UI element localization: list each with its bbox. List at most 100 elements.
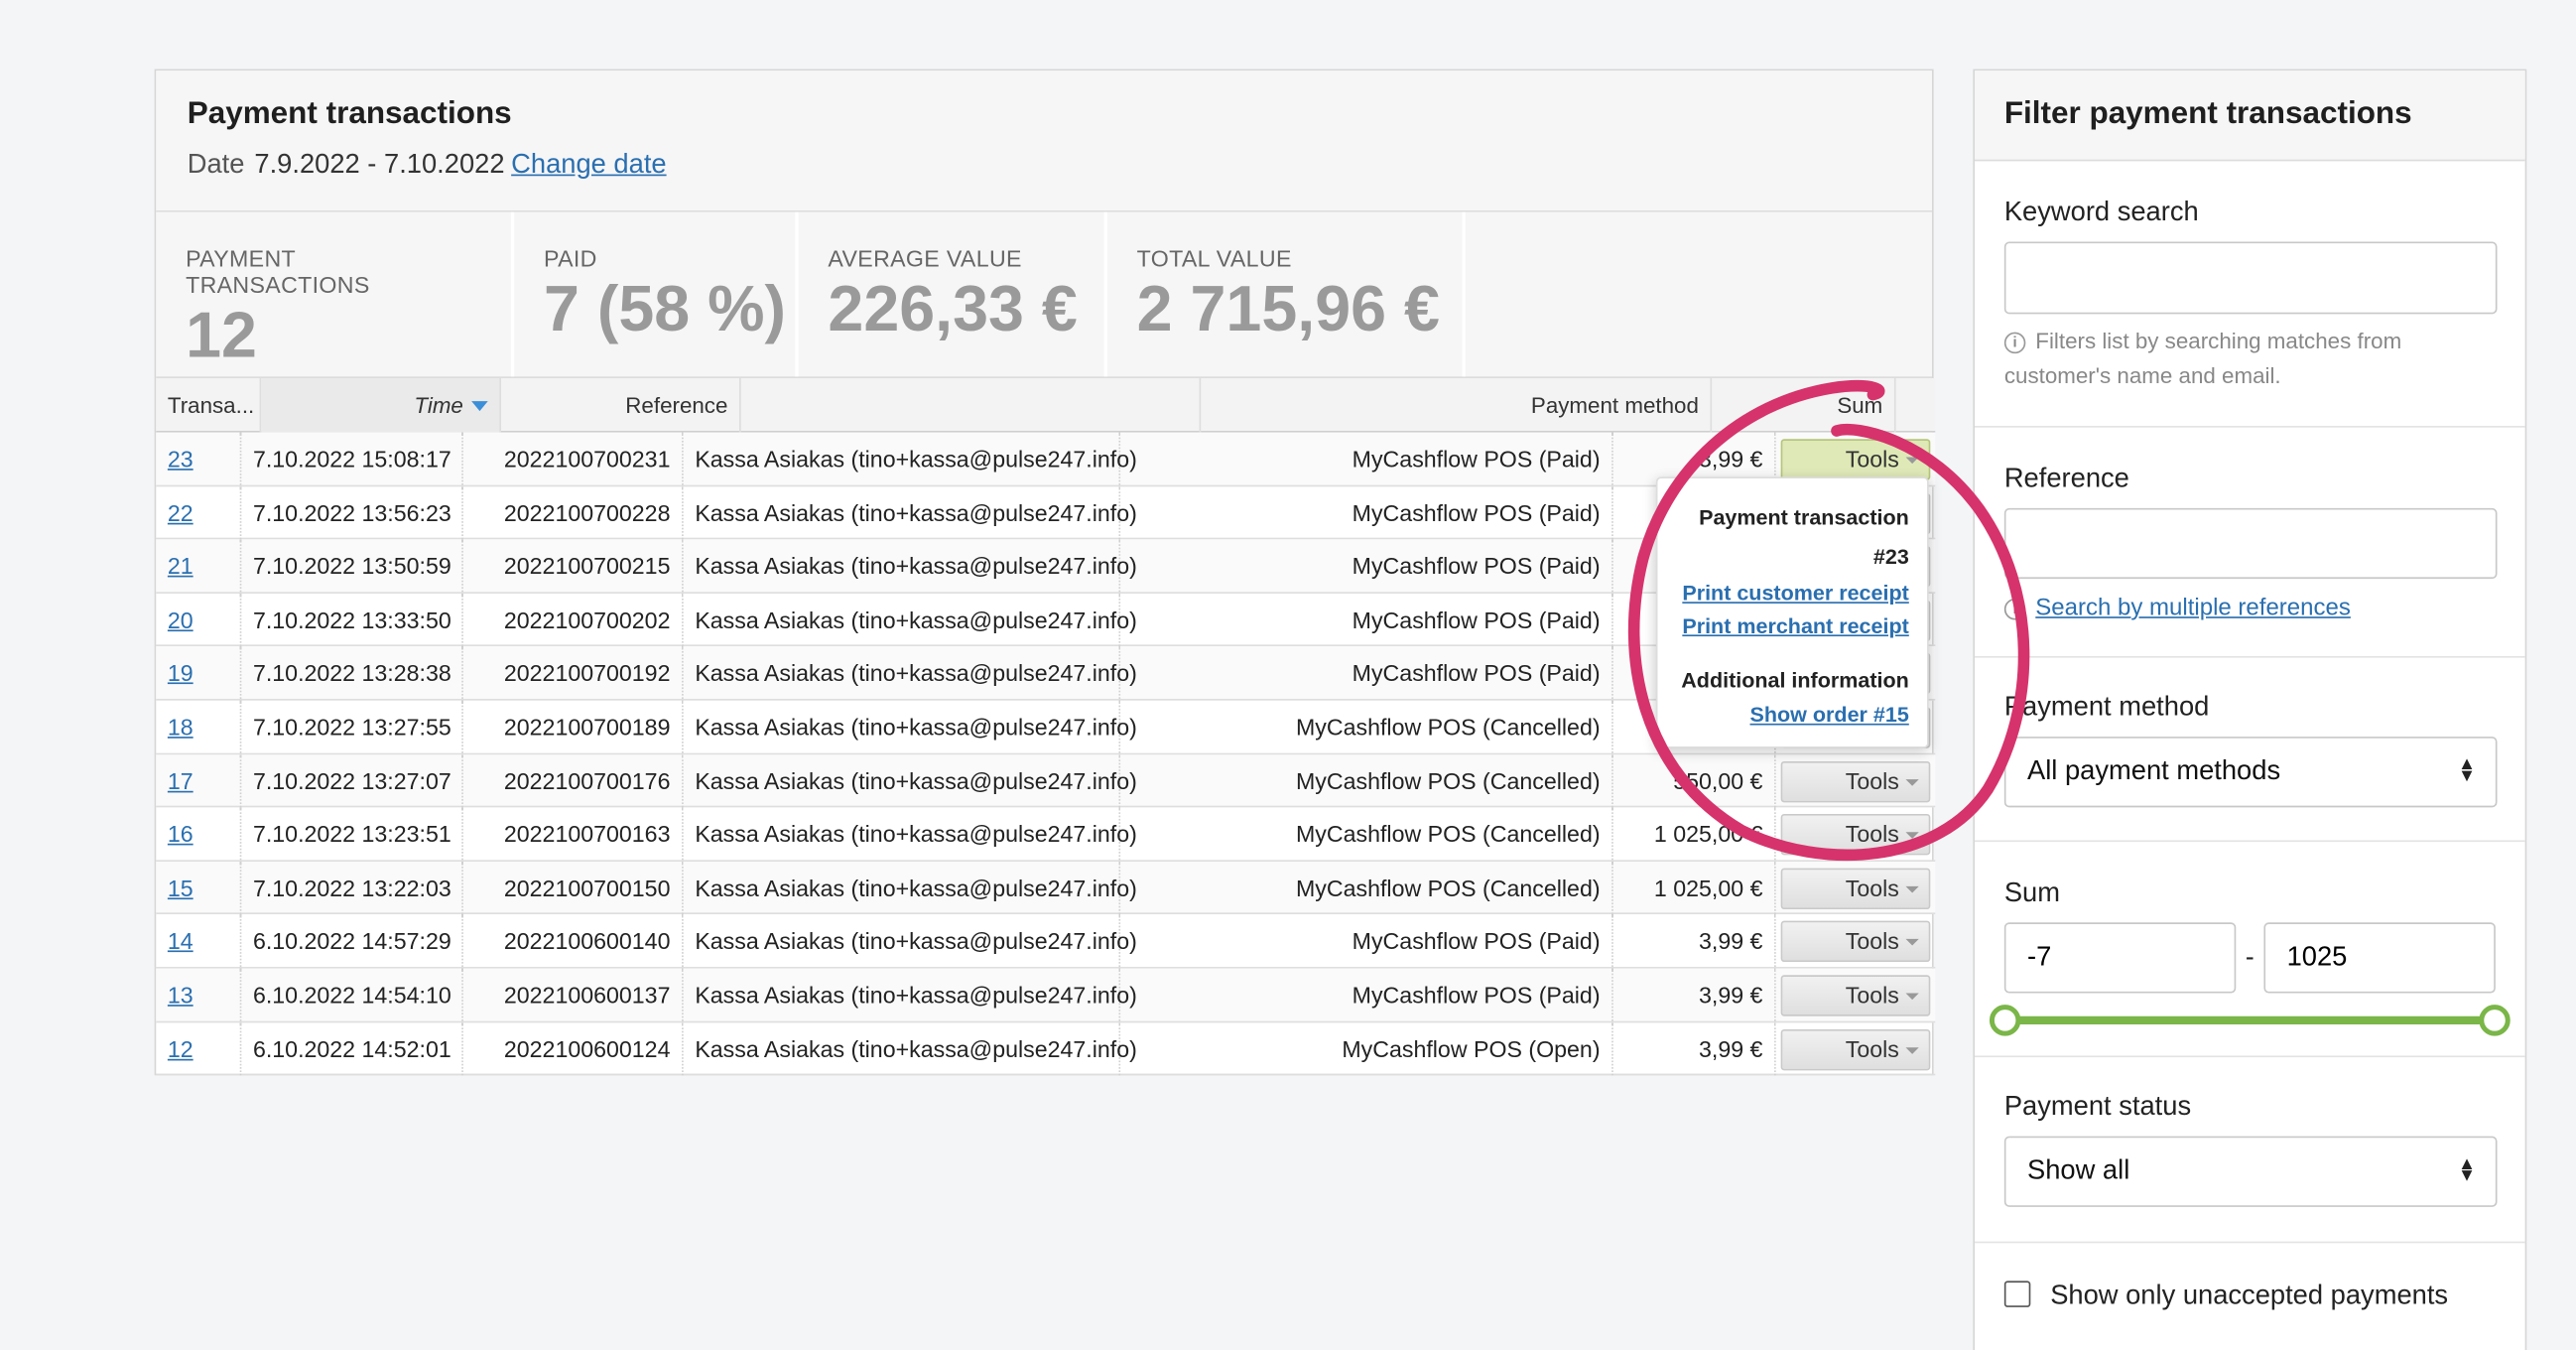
reference-cell: 2022100700150 bbox=[463, 861, 684, 914]
print-merchant-receipt-link[interactable]: Print merchant receipt bbox=[1676, 610, 1908, 643]
keyword-label: Keyword search bbox=[2003, 197, 2199, 227]
keyword-hint: i Filters list by searching matches from … bbox=[2003, 324, 2496, 393]
payment-status-select[interactable]: Show all ▲ ▼ bbox=[2003, 1136, 2498, 1207]
stat-value: 226,33 € bbox=[828, 274, 1078, 345]
payment-method-cell: MyCashflow POS (Paid) bbox=[1120, 646, 1613, 700]
stat-value: 2 715,96 € bbox=[1136, 274, 1440, 345]
keyword-search-input[interactable] bbox=[2003, 241, 2498, 315]
col-time-label: Time bbox=[414, 392, 463, 418]
transaction-id-cell: 16 bbox=[156, 807, 242, 861]
tools-button[interactable]: Tools bbox=[1780, 921, 1931, 963]
time-cell: 7.10.2022 13:27:07 bbox=[241, 753, 463, 807]
tools-button[interactable]: Tools bbox=[1780, 439, 1931, 480]
range-min-handle[interactable] bbox=[1989, 1005, 2021, 1036]
reference-cell: 2022100700163 bbox=[463, 807, 684, 861]
transaction-id-link[interactable]: 16 bbox=[168, 821, 193, 848]
reference-input[interactable] bbox=[2003, 507, 2498, 580]
col-sum[interactable]: Sum bbox=[1712, 377, 1896, 433]
transaction-id-link[interactable]: 13 bbox=[168, 982, 193, 1009]
range-max-handle[interactable] bbox=[2479, 1005, 2511, 1036]
customer-cell: Kassa Asiakas (tino+kassa@pulse247.info) bbox=[684, 593, 1137, 646]
tools-button[interactable]: Tools bbox=[1780, 760, 1931, 802]
transaction-id-cell: 12 bbox=[156, 1021, 242, 1075]
reference-cell: 2022100700228 bbox=[463, 485, 684, 539]
date-row: Date 7.9.2022 - 7.10.2022 Change date bbox=[188, 150, 1901, 181]
transaction-id-link[interactable]: 15 bbox=[168, 875, 193, 901]
payment-method-cell: MyCashflow POS (Paid) bbox=[1120, 485, 1613, 539]
panel-header: Payment transactions Date 7.9.2022 - 7.10… bbox=[156, 70, 1932, 212]
select-arrows-icon: ▲ ▼ bbox=[2457, 1153, 2476, 1186]
filter-panel: Filter payment transactions Keyword sear… bbox=[1973, 68, 2527, 1350]
sum-range-slider[interactable] bbox=[1989, 995, 2511, 1044]
date-label: Date bbox=[187, 149, 245, 180]
date-range: 7.9.2022 - 7.10.2022 bbox=[254, 149, 505, 180]
payment-method-cell: MyCashflow POS (Paid) bbox=[1120, 539, 1613, 593]
payment-status-value: Show all bbox=[2027, 1155, 2130, 1186]
time-cell: 7.10.2022 13:50:59 bbox=[241, 539, 463, 593]
reference-cell: 2022100600140 bbox=[463, 914, 684, 968]
customer-cell: Kassa Asiakas (tino+kassa@pulse247.info) bbox=[684, 485, 1137, 539]
select-arrows-icon: ▲ ▼ bbox=[2457, 754, 2476, 786]
time-cell: 7.10.2022 13:28:38 bbox=[241, 646, 463, 700]
transaction-id-cell: 17 bbox=[156, 753, 242, 807]
customer-cell: Kassa Asiakas (tino+kassa@pulse247.info) bbox=[684, 646, 1137, 700]
col-time[interactable]: Time bbox=[261, 377, 501, 433]
reference-cell: 2022100700215 bbox=[463, 539, 684, 593]
reference-label: Reference bbox=[2003, 464, 2129, 493]
tools-button[interactable]: Tools bbox=[1780, 814, 1931, 856]
col-payment-method[interactable]: Payment method bbox=[1201, 377, 1713, 433]
sum-min-input[interactable] bbox=[2003, 922, 2237, 994]
tools-label: Tools bbox=[1845, 766, 1899, 794]
col-reference[interactable]: Reference bbox=[501, 377, 741, 433]
time-cell: 6.10.2022 14:57:29 bbox=[241, 914, 463, 968]
transaction-id-link[interactable]: 20 bbox=[168, 607, 193, 633]
tools-button[interactable]: Tools bbox=[1780, 868, 1931, 909]
info-icon: i bbox=[2003, 598, 2026, 620]
multiple-refs-row: i Search by multiple references bbox=[2003, 591, 2496, 626]
col-id[interactable]: Transa... bbox=[156, 377, 262, 433]
transaction-id-cell: 18 bbox=[156, 700, 242, 753]
reference-cell: 2022100700189 bbox=[463, 700, 684, 753]
tools-button[interactable]: Tools bbox=[1780, 1028, 1931, 1070]
tools-popup: Payment transaction #23 Print customer r… bbox=[1655, 476, 1929, 748]
sum-cell: 1 025,00 € bbox=[1613, 807, 1776, 861]
transaction-id-link[interactable]: 19 bbox=[168, 660, 193, 687]
time-cell: 6.10.2022 14:54:10 bbox=[241, 968, 463, 1021]
sum-max-input[interactable] bbox=[2263, 922, 2496, 994]
unaccepted-label[interactable]: Show only unaccepted payments bbox=[2050, 1281, 2448, 1310]
transaction-id-link[interactable]: 23 bbox=[168, 446, 193, 472]
print-customer-receipt-link[interactable]: Print customer receipt bbox=[1676, 577, 1908, 609]
time-cell: 7.10.2022 13:27:55 bbox=[241, 700, 463, 753]
stat-paid: PAID 7 (58 %) bbox=[514, 211, 799, 377]
transaction-id-link[interactable]: 21 bbox=[168, 553, 193, 580]
transaction-id-link[interactable]: 14 bbox=[168, 928, 193, 955]
transaction-id-link[interactable]: 17 bbox=[168, 767, 193, 794]
payment-method-cell: MyCashflow POS (Cancelled) bbox=[1120, 753, 1613, 807]
show-order-link[interactable]: Show order #15 bbox=[1676, 699, 1909, 732]
transaction-id-link[interactable]: 12 bbox=[168, 1035, 193, 1062]
reference-cell: 2022100700176 bbox=[463, 753, 684, 807]
checkbox-icon[interactable] bbox=[2003, 1281, 2031, 1307]
stat-value: 12 bbox=[186, 301, 257, 372]
search-multiple-references-link[interactable]: Search by multiple references bbox=[2035, 596, 2351, 622]
payment-method-select[interactable]: All payment methods ▲ ▼ bbox=[2003, 737, 2498, 808]
sum-cell: 3,99 € bbox=[1613, 914, 1776, 968]
tools-button[interactable]: Tools bbox=[1780, 975, 1931, 1016]
time-cell: 7.10.2022 13:23:51 bbox=[241, 807, 463, 861]
info-icon: i bbox=[2003, 332, 2026, 354]
reference-section: Reference i Search by multiple references bbox=[1975, 428, 2525, 658]
popup-number: #23 bbox=[1872, 544, 1909, 570]
transaction-id-cell: 13 bbox=[156, 968, 242, 1021]
change-date-link[interactable]: Change date bbox=[511, 150, 666, 180]
keyword-hint-text: Filters list by searching matches from c… bbox=[2003, 329, 2402, 388]
customer-cell: Kassa Asiakas (tino+kassa@pulse247.info) bbox=[684, 432, 1137, 485]
sum-section: Sum - bbox=[1975, 842, 2525, 1058]
tools-label: Tools bbox=[1845, 981, 1899, 1009]
transaction-id-link[interactable]: 18 bbox=[168, 714, 193, 741]
payment-method-label: Payment method bbox=[2003, 692, 2210, 723]
payment-method-section: Payment method All payment methods ▲ ▼ bbox=[1975, 658, 2525, 843]
table-row: 12 6.10.2022 14:52:01 2022100600124 Kassa A… bbox=[156, 1021, 1936, 1076]
transaction-id-link[interactable]: 22 bbox=[168, 499, 193, 526]
tools-label: Tools bbox=[1845, 1034, 1899, 1062]
stat-total: TOTAL VALUE 2 715,96 € bbox=[1107, 211, 1466, 377]
